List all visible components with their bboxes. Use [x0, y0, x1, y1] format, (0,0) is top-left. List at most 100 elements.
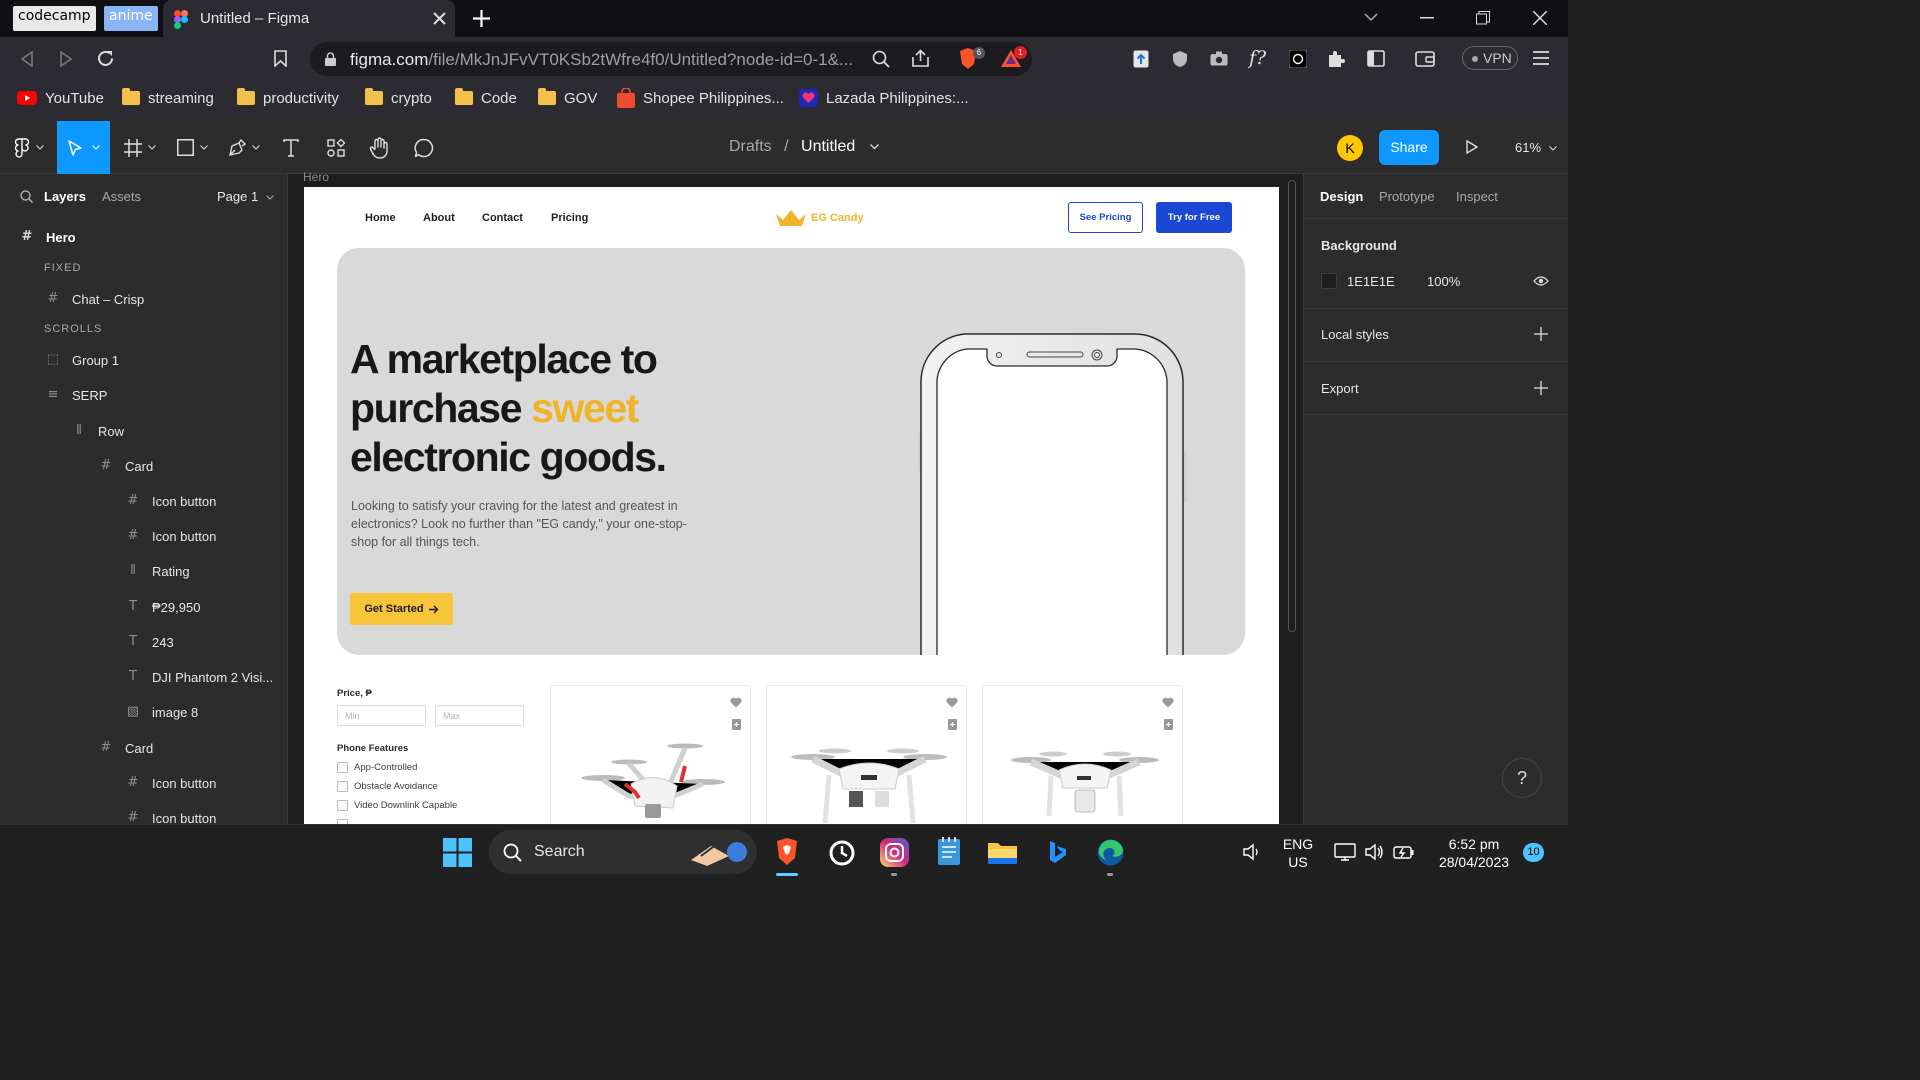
feature-checkbox-row[interactable]: App-Controlled: [337, 762, 417, 773]
checkbox[interactable]: [337, 781, 348, 792]
file-breadcrumb[interactable]: Drafts / Untitled: [729, 138, 879, 156]
search-icon[interactable]: [20, 190, 33, 203]
layer-icon-button[interactable]: # Icon button: [126, 491, 217, 511]
wallet-icon[interactable]: [1415, 50, 1435, 67]
sidebar-toggle-icon[interactable]: [1367, 50, 1385, 67]
network-icon[interactable]: [1334, 843, 1356, 861]
file-name[interactable]: Untitled: [801, 138, 855, 155]
nav-contact[interactable]: Contact: [482, 212, 523, 224]
url-text[interactable]: figma.com/file/MkJnJFvVT0KSb2tWfre4f0/Un…: [350, 50, 853, 70]
add-to-compare-icon[interactable]: [1164, 719, 1173, 730]
layer-image-8[interactable]: ▧ image 8: [126, 702, 198, 722]
layer-hero[interactable]: # Hero: [20, 227, 76, 247]
tab-anime[interactable]: anime: [104, 6, 158, 31]
add-to-compare-icon[interactable]: [948, 719, 957, 730]
file-explorer-icon[interactable]: [987, 840, 1018, 865]
battery-charging-icon[interactable]: [1393, 844, 1415, 860]
try-free-button[interactable]: Try for Free: [1156, 202, 1232, 233]
layer-chat-crisp[interactable]: # Chat – Crisp: [46, 289, 145, 309]
bookmark-folder-crypto[interactable]: crypto: [365, 88, 432, 108]
taskbar-search[interactable]: Search: [489, 830, 757, 874]
clock-app-icon[interactable]: [828, 839, 856, 867]
menu-hamburger-icon[interactable]: [1533, 51, 1549, 65]
add-local-style-icon[interactable]: [1534, 327, 1548, 341]
bookmark-youtube[interactable]: YouTube: [17, 88, 104, 108]
tab-assets[interactable]: Assets: [102, 189, 141, 204]
share-page-icon[interactable]: [911, 49, 930, 68]
layer-card[interactable]: # Card: [99, 738, 154, 758]
tab-inspect[interactable]: Inspect: [1456, 189, 1498, 204]
feature-checkbox-row[interactable]: Video Downlink Capable: [337, 800, 457, 811]
speaker-icon[interactable]: [1242, 843, 1262, 861]
system-clock[interactable]: 6:52 pm 28/04/2023: [1428, 835, 1520, 871]
brave-taskbar-icon[interactable]: [775, 837, 799, 866]
get-started-button[interactable]: Get Started: [350, 593, 453, 625]
user-avatar[interactable]: K: [1337, 135, 1363, 161]
new-tab-icon[interactable]: [473, 10, 490, 27]
layer-count-text[interactable]: T 243: [126, 632, 174, 652]
text-tool-button[interactable]: [276, 121, 306, 174]
layer-group-1[interactable]: ⬚ Group 1: [46, 350, 119, 370]
max-price-input[interactable]: Max: [435, 705, 524, 726]
bookmark-folder-gov[interactable]: GOV: [538, 88, 597, 108]
resources-tool-button[interactable]: [320, 121, 352, 174]
windows-start-icon[interactable]: [443, 838, 472, 867]
frame-tool-button[interactable]: [118, 121, 162, 174]
tab-codecamp[interactable]: codecamp: [13, 6, 96, 31]
layer-price-text[interactable]: T ₱29,950: [126, 597, 200, 617]
eye-visibility-icon[interactable]: [1533, 276, 1549, 286]
product-card[interactable]: [550, 685, 751, 835]
language-indicator[interactable]: ENG US: [1280, 835, 1316, 871]
add-export-icon[interactable]: [1534, 381, 1548, 395]
present-play-icon[interactable]: [1466, 140, 1478, 154]
extension-upload-icon[interactable]: [1133, 50, 1149, 68]
background-hex-value[interactable]: 1E1E1E: [1347, 274, 1395, 289]
share-button[interactable]: Share: [1379, 130, 1439, 165]
bookmark-folder-code[interactable]: Code: [455, 88, 517, 108]
zoom-level[interactable]: 61%: [1515, 140, 1557, 155]
product-card[interactable]: [982, 685, 1183, 835]
reload-icon[interactable]: [96, 49, 115, 68]
layer-row[interactable]: ⫴ Row: [72, 421, 124, 441]
nav-home[interactable]: Home: [365, 212, 396, 224]
background-opacity-value[interactable]: 100%: [1427, 274, 1460, 289]
checkbox[interactable]: [337, 762, 348, 773]
tab-design[interactable]: Design: [1320, 189, 1363, 204]
nav-pricing[interactable]: Pricing: [551, 212, 588, 224]
vpn-button[interactable]: VPN: [1462, 46, 1518, 70]
help-button[interactable]: ?: [1502, 758, 1542, 798]
instagram-icon[interactable]: [880, 838, 909, 867]
tab-list-chevron-icon[interactable]: [1364, 13, 1378, 22]
layer-card[interactable]: # Card: [99, 456, 154, 476]
bing-icon[interactable]: [1049, 840, 1067, 864]
product-card[interactable]: [766, 685, 967, 835]
tab-figma-active[interactable]: Untitled – Figma: [163, 0, 455, 37]
checkbox[interactable]: [337, 800, 348, 811]
canvas-scrollbar[interactable]: [1288, 180, 1296, 632]
heart-icon[interactable]: [946, 697, 958, 708]
edge-icon[interactable]: [1096, 838, 1125, 867]
extension-openai-icon[interactable]: [1289, 50, 1307, 68]
hand-tool-button[interactable]: [364, 121, 394, 174]
move-tool-button[interactable]: [57, 121, 110, 174]
layer-serp[interactable]: ≡ SERP: [46, 385, 108, 405]
close-tab-icon[interactable]: [433, 12, 446, 25]
feature-checkbox-row[interactable]: Obstacle Avoidance: [337, 781, 438, 792]
bookmark-folder-productivity[interactable]: productivity: [237, 88, 339, 108]
bookmark-folder-streaming[interactable]: streaming: [122, 88, 214, 108]
layer-rating[interactable]: ⫴ Rating: [126, 561, 189, 581]
nav-about[interactable]: About: [423, 212, 455, 224]
extension-shield-icon[interactable]: [1172, 50, 1188, 68]
layer-product-name-text[interactable]: T DJI Phantom 2 Visi...: [126, 667, 273, 687]
heart-icon[interactable]: [730, 697, 742, 708]
chevron-down-icon[interactable]: [869, 143, 879, 150]
minimize-icon[interactable]: [1420, 17, 1434, 19]
layer-icon-button[interactable]: # Icon button: [126, 773, 217, 793]
background-color-swatch[interactable]: [1321, 273, 1337, 289]
volume-icon[interactable]: [1364, 843, 1384, 861]
pen-tool-button[interactable]: [222, 121, 266, 174]
extension-camera-icon[interactable]: [1210, 51, 1228, 66]
main-menu-button[interactable]: [8, 121, 50, 174]
tab-layers[interactable]: Layers: [44, 189, 86, 204]
close-window-icon[interactable]: [1533, 11, 1547, 25]
